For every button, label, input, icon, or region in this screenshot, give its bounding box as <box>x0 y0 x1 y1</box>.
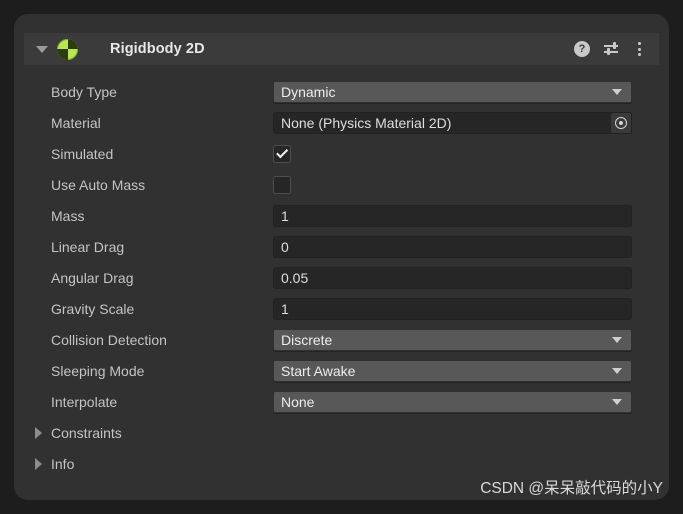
watermark-text: CSDN @呆呆敲代码的小Y <box>480 480 663 497</box>
property-row-linear-drag: Linear Drag 0 <box>14 231 669 262</box>
dropdown-value: Discrete <box>281 331 333 348</box>
foldout-info[interactable]: Info <box>14 448 669 479</box>
object-field-value: None (Physics Material 2D) <box>281 114 452 131</box>
simulated-field-wrap <box>273 143 632 165</box>
chevron-down-icon <box>612 367 622 374</box>
component-title: Rigidbody 2D <box>110 41 205 57</box>
number-value: 0.05 <box>281 269 309 286</box>
property-label: Angular Drag <box>51 269 134 286</box>
property-row-body-type: Body Type Dynamic <box>14 76 669 107</box>
component-foldout-toggle[interactable] <box>33 45 51 53</box>
property-row-sleeping-mode: Sleeping Mode Start Awake <box>14 355 669 386</box>
number-value: 1 <box>281 300 289 317</box>
more-options-icon[interactable] <box>632 41 646 57</box>
gravity-scale-input[interactable]: 1 <box>273 297 632 320</box>
property-row-gravity-scale: Gravity Scale 1 <box>14 293 669 324</box>
picker-ring <box>615 116 627 129</box>
chevron-right-icon <box>35 426 42 439</box>
sleeping-mode-dropdown[interactable]: Start Awake <box>273 359 632 382</box>
property-row-mass: Mass 1 <box>14 200 669 231</box>
property-rows: Body Type Dynamic Material None (Physics… <box>14 76 669 479</box>
rigidbody2d-icon <box>57 38 78 60</box>
chevron-down-icon <box>612 336 622 343</box>
header-icon-group: ? <box>574 41 659 57</box>
dropdown-value: Dynamic <box>281 83 336 100</box>
use-auto-mass-field-wrap <box>273 174 632 196</box>
help-icon[interactable]: ? <box>574 41 590 57</box>
property-row-material: Material None (Physics Material 2D) <box>14 107 669 138</box>
property-row-simulated: Simulated <box>14 138 669 169</box>
chevron-down-icon <box>612 398 622 405</box>
linear-drag-input[interactable]: 0 <box>273 235 632 258</box>
chevron-down-icon <box>36 45 48 53</box>
number-value: 0 <box>281 238 289 255</box>
rigidbody2d-inspector-panel: Rigidbody 2D ? Body Type Dynamic Materia… <box>14 14 669 500</box>
property-label: Use Auto Mass <box>51 176 146 193</box>
chevron-right-icon <box>35 457 42 470</box>
foldout-label: Constraints <box>51 424 122 441</box>
check-icon <box>275 145 288 158</box>
simulated-checkbox[interactable] <box>273 144 291 163</box>
property-label: Sleeping Mode <box>51 362 145 379</box>
interpolate-dropdown[interactable]: None <box>273 390 632 413</box>
body-type-dropdown[interactable]: Dynamic <box>273 80 632 103</box>
chevron-down-icon <box>612 88 622 95</box>
property-row-angular-drag: Angular Drag 0.05 <box>14 262 669 293</box>
foldout-constraints[interactable]: Constraints <box>14 417 669 448</box>
property-label: Collision Detection <box>51 331 167 348</box>
dropdown-value: Start Awake <box>281 362 356 379</box>
mass-input[interactable]: 1 <box>273 204 632 227</box>
property-label: Interpolate <box>51 393 118 410</box>
property-label: Material <box>51 114 101 131</box>
property-label: Mass <box>51 207 85 224</box>
foldout-label: Info <box>51 455 75 472</box>
property-label: Simulated <box>51 145 114 162</box>
collision-detection-dropdown[interactable]: Discrete <box>273 328 632 351</box>
icon-quadrant-bottom-left <box>57 49 68 60</box>
property-row-collision-detection: Collision Detection Discrete <box>14 324 669 355</box>
preset-settings-icon[interactable] <box>603 41 619 57</box>
property-row-interpolate: Interpolate None <box>14 386 669 417</box>
picker-dot <box>619 120 623 125</box>
icon-quadrant-top-right <box>67 38 78 49</box>
use-auto-mass-checkbox[interactable] <box>273 175 291 194</box>
property-label: Linear Drag <box>51 238 125 255</box>
object-picker-icon[interactable] <box>611 112 631 133</box>
angular-drag-input[interactable]: 0.05 <box>273 266 632 289</box>
material-object-field[interactable]: None (Physics Material 2D) <box>273 111 632 134</box>
inspector-screen: Rigidbody 2D ? Body Type Dynamic Materia… <box>0 0 683 514</box>
component-header[interactable]: Rigidbody 2D ? <box>24 33 659 65</box>
property-row-use-auto-mass: Use Auto Mass <box>14 169 669 200</box>
property-label: Gravity Scale <box>51 300 135 317</box>
dropdown-value: None <box>281 393 315 410</box>
property-label: Body Type <box>51 83 117 100</box>
number-value: 1 <box>281 207 289 224</box>
